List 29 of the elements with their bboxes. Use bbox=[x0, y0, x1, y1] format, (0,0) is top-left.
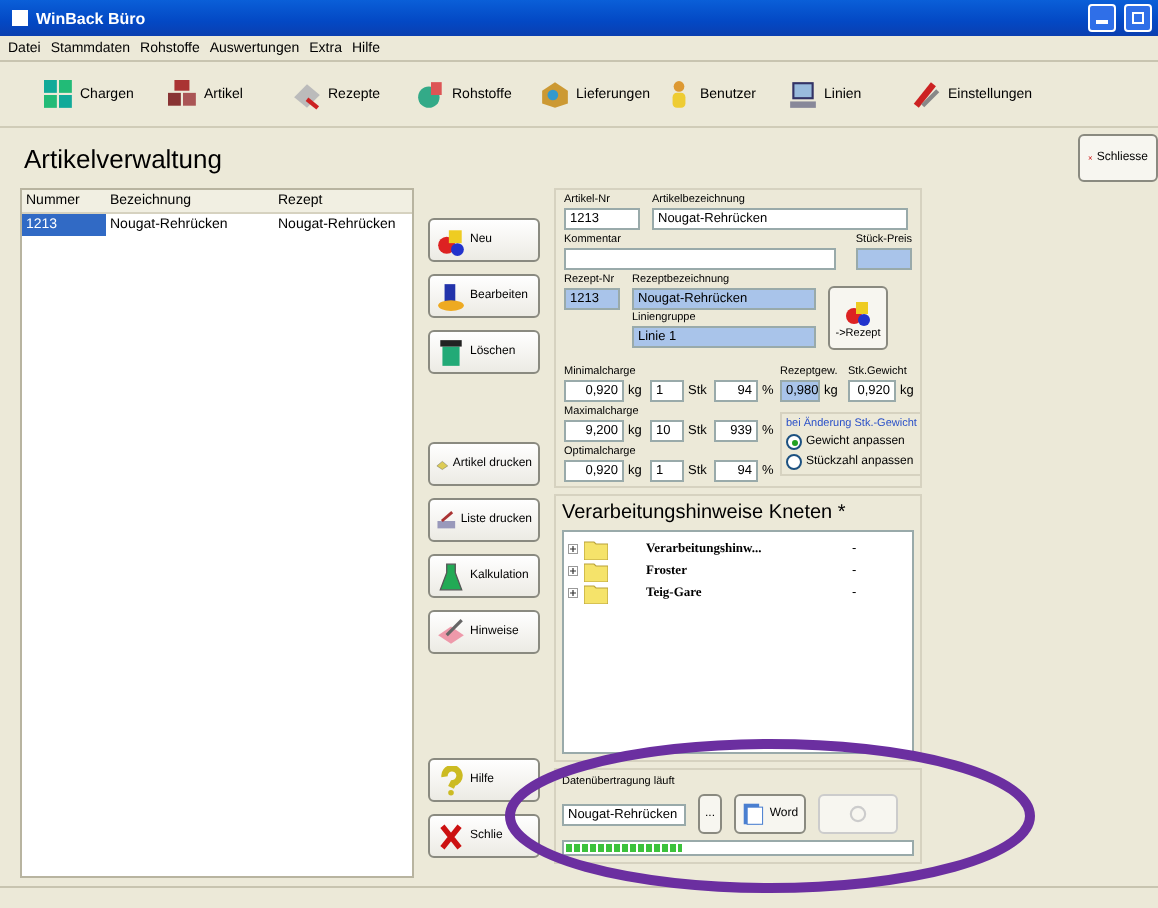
radio-button[interactable] bbox=[786, 434, 802, 450]
expand-icon[interactable] bbox=[568, 544, 578, 554]
folder-icon bbox=[584, 583, 608, 603]
folder-icon bbox=[584, 539, 608, 559]
flask-icon bbox=[436, 561, 466, 591]
bin-icon bbox=[436, 337, 466, 367]
circle-icon bbox=[848, 804, 868, 824]
input-field[interactable] bbox=[564, 248, 836, 270]
minimize-button[interactable] bbox=[1088, 4, 1116, 32]
question-icon bbox=[436, 765, 466, 795]
maximize-icon bbox=[1132, 12, 1144, 24]
document-icon bbox=[741, 802, 766, 826]
expand-icon[interactable] bbox=[568, 588, 578, 598]
page-title: Artikelverwaltung bbox=[24, 143, 222, 173]
app-icon bbox=[12, 10, 28, 26]
section-title: Verarbeitungshinweise Kneten * bbox=[562, 502, 848, 524]
folder-icon bbox=[584, 561, 608, 581]
monitor-icon bbox=[788, 79, 818, 109]
shapes-icon bbox=[436, 225, 466, 255]
grid-icon bbox=[44, 79, 74, 109]
expand-icon[interactable] bbox=[568, 566, 578, 576]
maximize-button[interactable] bbox=[1124, 4, 1152, 32]
input-field[interactable] bbox=[855, 248, 912, 270]
box-icon bbox=[540, 79, 570, 109]
tools-icon bbox=[912, 79, 942, 109]
radio-button[interactable] bbox=[786, 454, 802, 470]
blocks-icon bbox=[168, 79, 198, 109]
shapes-icon bbox=[844, 297, 872, 325]
window-title: WinBack Büro bbox=[36, 9, 148, 27]
